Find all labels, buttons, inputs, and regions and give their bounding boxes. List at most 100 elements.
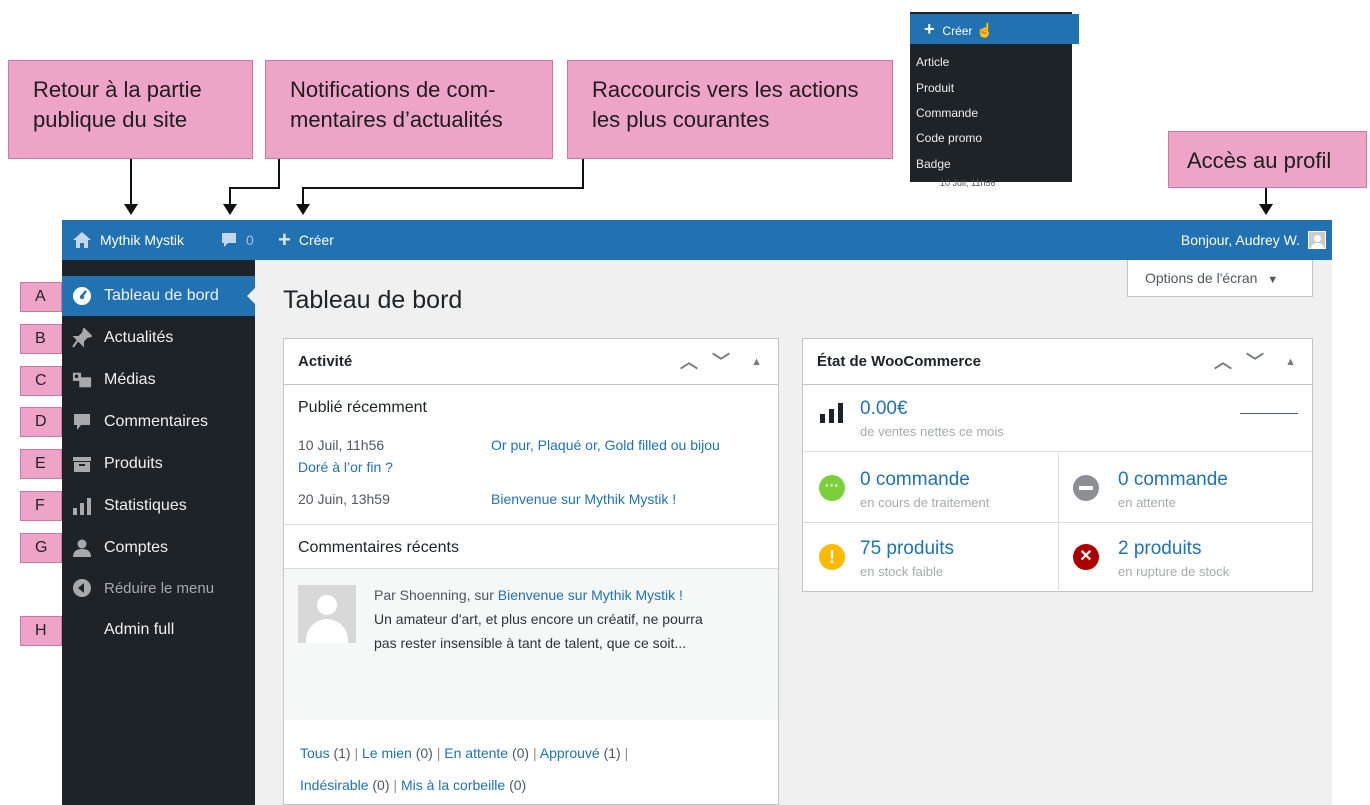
collapse-label: Réduire le menu: [104, 579, 215, 597]
callout-line: publique du site: [33, 107, 188, 132]
sidebar-item-label: Médias: [104, 371, 156, 388]
stats-icon: [820, 403, 843, 423]
comment-icon: [62, 412, 92, 432]
post-date: 10 Juil, 11h56: [298, 437, 385, 453]
filter-trash[interactable]: Mis à la corbeille: [401, 777, 505, 793]
greeting: Bonjour, Audrey W.: [1180, 232, 1300, 248]
profile-menu[interactable]: Bonjour, Audrey W.: [1181, 220, 1326, 260]
filter-count: (1): [603, 745, 621, 761]
dropdown-item-code-promo[interactable]: Code promo: [916, 131, 982, 145]
site-home-link[interactable]: Mythik Mystik: [72, 220, 184, 260]
out-of-stock[interactable]: ✕ 2 produits en rupture de stock: [1059, 524, 1313, 592]
comment-icon: [222, 233, 236, 247]
sidebar-item-actualites[interactable]: Actualités: [62, 318, 255, 358]
callout-line: Notifications de com-: [290, 77, 496, 102]
sidebar-item-tableau-de-bord[interactable]: Tableau de bord: [62, 276, 255, 316]
filter-count: (0): [511, 745, 530, 761]
callout-notifications: Notifications de com- mentaires d’actual…: [265, 60, 553, 159]
tag-label: G: [20, 533, 62, 563]
filter-mine[interactable]: Le mien: [362, 745, 412, 761]
connector-line: [582, 159, 584, 189]
low-stock[interactable]: ! 75 produits en stock faible: [803, 524, 1058, 592]
out-of-stock-label: en rupture de stock: [1118, 564, 1230, 579]
screen-options-button[interactable]: Options de l'écran ▼: [1127, 260, 1313, 297]
move-down-icon[interactable]: ﹀: [712, 339, 730, 385]
connector-line: [302, 187, 584, 189]
sidebar-item-admin-full[interactable]: Admin full: [62, 610, 255, 650]
toggle-panel-icon[interactable]: ▲: [1285, 339, 1296, 385]
filter-all[interactable]: Tous: [300, 745, 330, 761]
callout-line: Retour à la partie: [33, 77, 202, 102]
sales-row[interactable]: 0.00€ de ventes nettes ce mois: [803, 386, 1312, 452]
comment-author: Par Shoenning, sur: [374, 587, 498, 603]
post-date: 20 Juin, 13h59: [298, 491, 390, 507]
main-content: Options de l'écran ▼ Tableau de bord Act…: [255, 260, 1332, 805]
sidebar: Tableau de bord Actualités Médias Commen…: [62, 260, 255, 805]
divider: [284, 524, 778, 525]
sidebar-item-label: Comptes: [104, 539, 169, 556]
filter-pending[interactable]: En attente: [444, 745, 508, 761]
filter-approved[interactable]: Approuvé: [540, 745, 600, 761]
dropdown-header[interactable]: + Créer ☝: [910, 14, 1079, 44]
move-up-icon[interactable]: ︿: [680, 339, 698, 385]
callout-line: Raccourcis vers les actions: [592, 77, 859, 102]
on-hold-icon: [1073, 475, 1099, 501]
processing-value: 0 commande: [860, 469, 970, 490]
tag-label: B: [20, 324, 62, 354]
create-dropdown: + Créer ☝ Article Produit Commande Code …: [910, 12, 1079, 190]
create-menu[interactable]: + Créer: [278, 220, 334, 260]
sidebar-item-statistiques[interactable]: Statistiques: [62, 486, 255, 526]
sidebar-item-medias[interactable]: Médias: [62, 360, 255, 400]
sidebar-item-produits[interactable]: Produits: [62, 444, 255, 484]
sidebar-item-label: Produits: [104, 455, 163, 472]
move-up-icon[interactable]: ︿: [1214, 339, 1232, 385]
activity-panel-header: Activité ︿ ﹀ ▲: [284, 339, 778, 385]
toggle-panel-icon[interactable]: ▲: [751, 339, 762, 385]
dropdown-item-article[interactable]: Article: [916, 55, 949, 69]
connector-line: [229, 187, 280, 189]
tag-label: C: [20, 366, 62, 396]
page-title: Tableau de bord: [283, 286, 463, 314]
dropdown-item-commande[interactable]: Commande: [916, 106, 978, 120]
sidebar-item-label: Commentaires: [104, 413, 209, 430]
callout-public-site: Retour à la partie publique du site: [8, 60, 253, 159]
collapse-icon: [62, 578, 92, 598]
stats-icon: [62, 496, 92, 516]
callout-line: les plus courantes: [592, 107, 770, 132]
on-hold-value: 0 commande: [1118, 469, 1228, 490]
sidebar-item-label: Tableau de bord: [104, 287, 219, 304]
post-link-continued[interactable]: Doré à l’or fin ?: [298, 459, 393, 475]
low-stock-value: 75 produits: [860, 538, 955, 559]
callout-shortcuts: Raccourcis vers les actions les plus cou…: [567, 60, 893, 159]
move-down-icon[interactable]: ﹀: [1246, 339, 1264, 385]
avatar: [1308, 231, 1326, 249]
filter-spam[interactable]: Indésirable: [300, 777, 369, 793]
comments-notification[interactable]: 0: [220, 220, 254, 260]
dashboard-icon: [62, 286, 92, 306]
media-icon: [62, 370, 92, 390]
comment-post-link[interactable]: Bienvenue sur Mythik Mystik !: [498, 587, 683, 603]
dropdown-behind-text: 10 Juil, 11h56: [940, 178, 996, 188]
filter-count: (1): [333, 745, 351, 761]
orders-on-hold[interactable]: 0 commande en attente: [1059, 453, 1313, 523]
user-icon: [62, 538, 92, 558]
dropdown-item-produit[interactable]: Produit: [916, 81, 954, 95]
site-name: Mythik Mystik: [100, 232, 184, 248]
filter-count: (0): [509, 777, 527, 793]
connector-line: [130, 159, 132, 207]
post-link[interactable]: Bienvenue sur Mythik Mystik !: [491, 491, 676, 507]
arrow-down-icon: [1259, 204, 1273, 215]
comment-count: 0: [246, 232, 254, 248]
tag-label: H: [20, 616, 62, 646]
sidebar-item-comptes[interactable]: Comptes: [62, 528, 255, 568]
collapse-menu-button[interactable]: Réduire le menu: [62, 568, 255, 608]
tag-label: D: [20, 407, 62, 437]
sidebar-item-commentaires[interactable]: Commentaires: [62, 402, 255, 442]
avatar: [298, 585, 356, 643]
comment-filters: Tous (1) | Le mien (0) | En attente (0) …: [300, 745, 629, 793]
post-link[interactable]: Or pur, Plaqué or, Gold filled ou bijou: [491, 437, 720, 453]
dropdown-item-badge[interactable]: Badge: [916, 157, 951, 171]
tag-label: E: [20, 449, 62, 479]
panel-title: État de WooCommerce: [817, 353, 981, 370]
orders-processing[interactable]: ··· 0 commande en cours de traitement: [803, 453, 1058, 523]
